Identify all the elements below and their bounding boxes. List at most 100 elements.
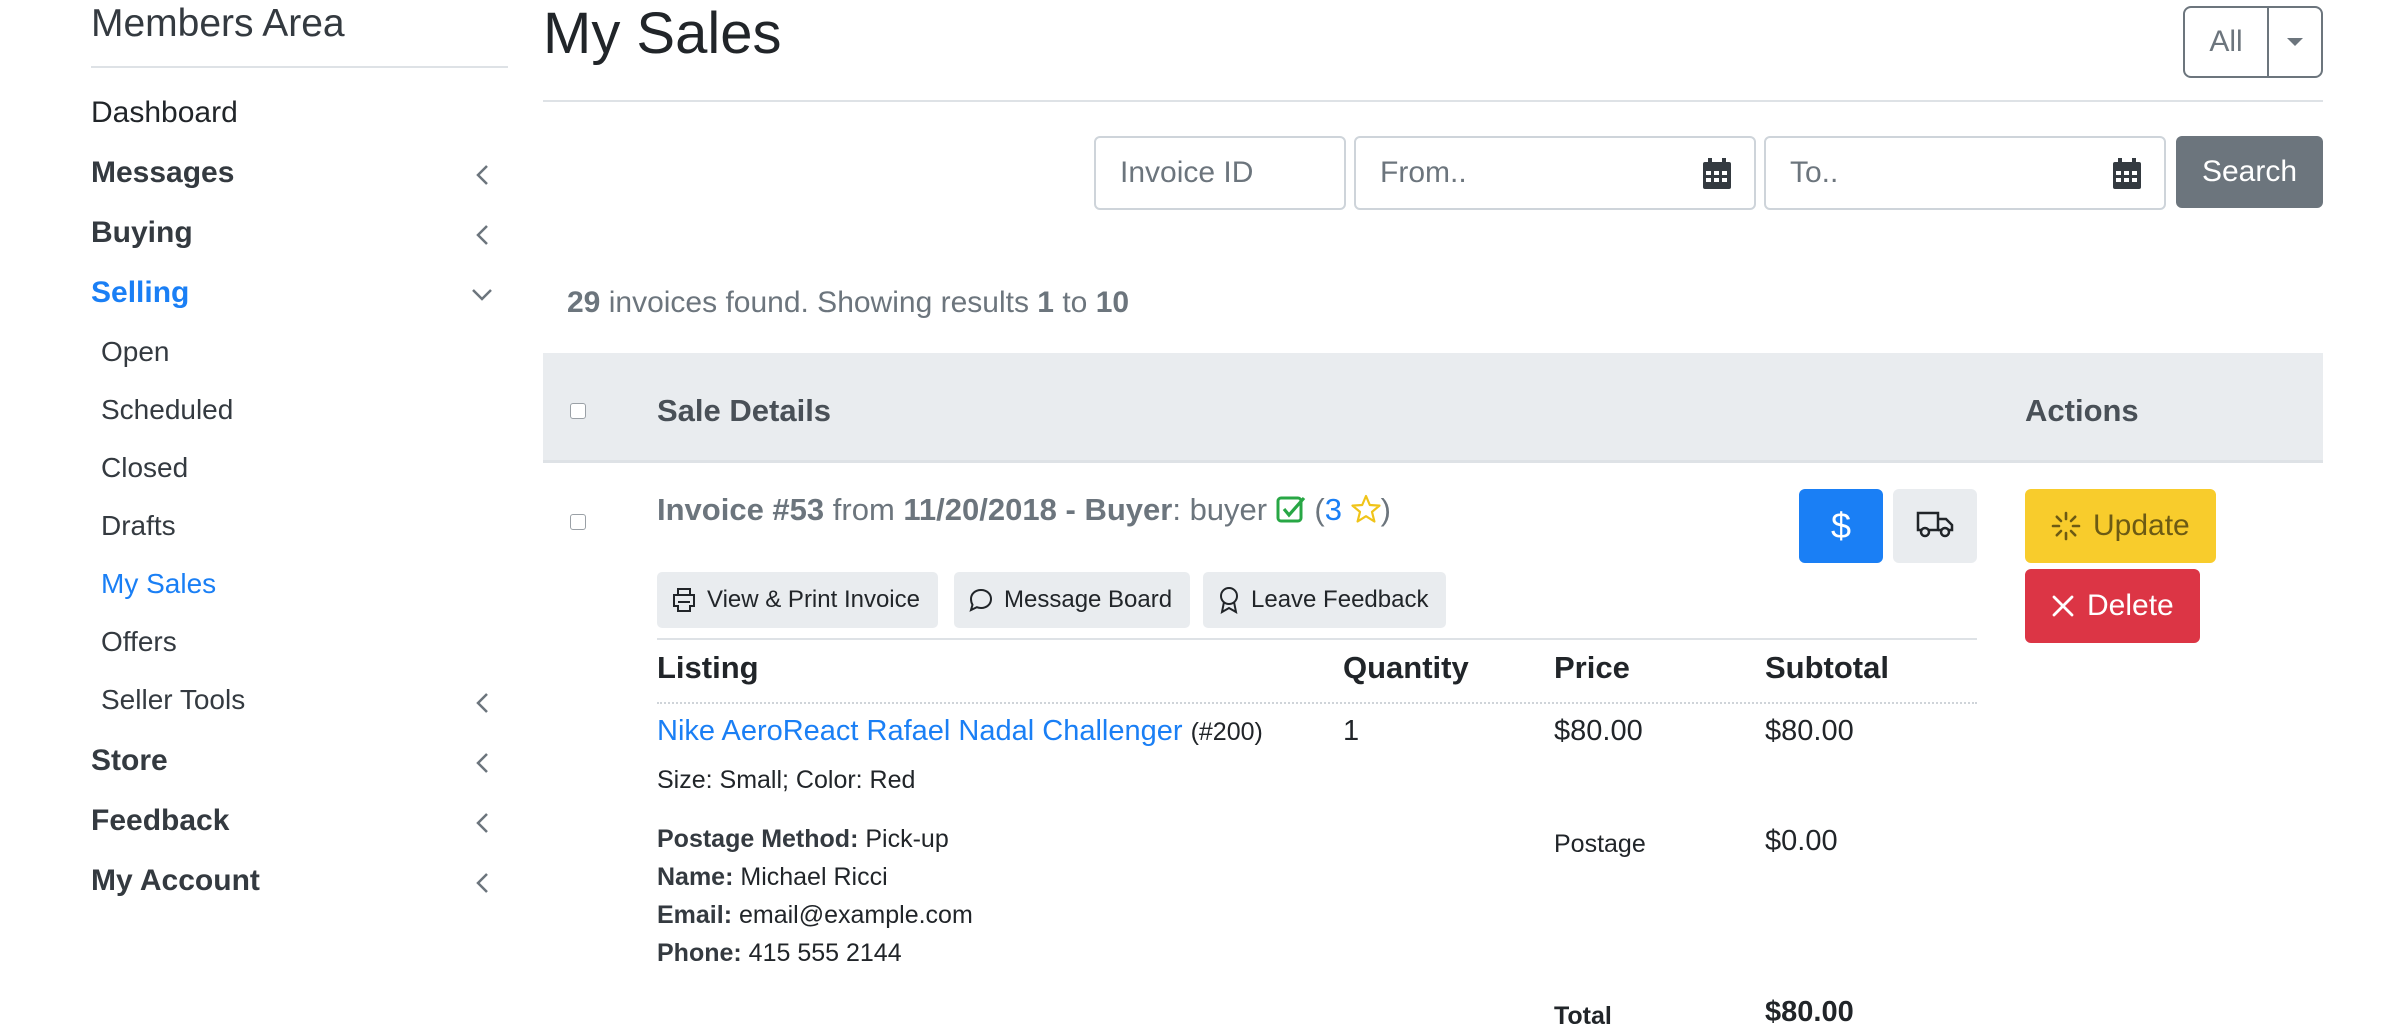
results-text: invoices found. Showing results: [608, 286, 1029, 319]
phone-value: 415 555 2144: [748, 939, 902, 967]
postage-value: $0.00: [1765, 825, 1838, 857]
chevron-left-icon[interactable]: [467, 748, 497, 778]
delete-button[interactable]: Delete: [2025, 569, 2200, 643]
printer-icon: [673, 588, 695, 612]
payment-status-button[interactable]: $: [1799, 489, 1883, 563]
results-summary: 29 invoices found. Showing results 1 to …: [567, 286, 1129, 320]
sidebar-subitem-open[interactable]: Open: [101, 336, 170, 368]
listing-options: Size: Small; Color: Red: [657, 766, 916, 794]
sidebar-subitem-scheduled[interactable]: Scheduled: [101, 394, 233, 426]
postage-label: Postage: [1554, 830, 1646, 858]
calendar-icon[interactable]: [2112, 158, 2142, 198]
listing-table-header-rule: [657, 702, 1977, 704]
listing-quantity: 1: [1343, 715, 1360, 747]
message-board-label: Message Board: [1004, 586, 1173, 613]
buyer-rating[interactable]: 3: [1325, 492, 1342, 527]
sidebar-title: Members Area: [91, 2, 345, 45]
sidebar-item-messages[interactable]: Messages: [91, 156, 234, 190]
message-board-button[interactable]: Message Board: [954, 572, 1191, 628]
shipping-status-button[interactable]: [1893, 489, 1977, 563]
to-date-placeholder: To..: [1790, 156, 1839, 189]
column-quantity: Quantity: [1343, 650, 1469, 685]
email-label: Email:: [657, 901, 733, 929]
view-print-invoice-button[interactable]: View & Print Invoice: [657, 572, 938, 628]
chat-icon: [969, 588, 993, 612]
rating-open: (: [1314, 492, 1325, 527]
search-button[interactable]: Search: [2176, 136, 2323, 208]
chevron-left-icon[interactable]: [467, 160, 497, 190]
page-title: My Sales: [543, 1, 782, 66]
from-date-input[interactable]: From..: [1354, 136, 1756, 210]
view-print-label: View & Print Invoice: [707, 586, 920, 613]
sidebar-item-dashboard[interactable]: Dashboard: [91, 96, 238, 130]
buyer-phone-row: Phone: 415 555 2144: [657, 939, 902, 968]
column-listing: Listing: [657, 650, 759, 685]
column-sale-details: Sale Details: [657, 393, 832, 428]
sidebar-item-selling[interactable]: Selling: [91, 276, 189, 310]
sidebar-subitem-seller-tools[interactable]: Seller Tools: [101, 684, 245, 716]
sidebar-subitem-offers[interactable]: Offers: [101, 626, 177, 658]
sidebar-item-feedback[interactable]: Feedback: [91, 804, 229, 838]
invoice-id-placeholder: Invoice ID: [1120, 156, 1254, 189]
sidebar-subitem-drafts[interactable]: Drafts: [101, 510, 176, 542]
buyer-name[interactable]: buyer: [1190, 492, 1268, 527]
header-divider: [543, 100, 2323, 102]
to-date-input[interactable]: To..: [1764, 136, 2166, 210]
buyer-name-row: Name: Michael Ricci: [657, 863, 888, 892]
listing-id: (#200): [1190, 718, 1263, 746]
sidebar-item-my-account[interactable]: My Account: [91, 864, 260, 898]
caret-down-icon[interactable]: [2269, 8, 2321, 76]
email-value: email@example.com: [738, 901, 973, 929]
sidebar-item-buying[interactable]: Buying: [91, 216, 193, 250]
column-subtotal: Subtotal: [1765, 650, 1889, 685]
column-price: Price: [1554, 650, 1630, 685]
name-label: Name:: [657, 863, 734, 891]
dollar-icon: $: [1830, 505, 1852, 546]
verified-check-icon: [1276, 494, 1306, 532]
update-label: Update: [2093, 509, 2190, 542]
invoice-from: from: [832, 492, 895, 527]
total-value: $80.00: [1765, 996, 1854, 1028]
sidebar-subitem-closed[interactable]: Closed: [101, 452, 188, 484]
results-to: to: [1062, 286, 1088, 319]
row-checkbox[interactable]: [570, 514, 586, 530]
leave-feedback-button[interactable]: Leave Feedback: [1203, 572, 1447, 628]
invoice-date: 11/20/2018: [903, 492, 1057, 527]
select-all-checkbox[interactable]: [570, 403, 586, 419]
listing-table-top-rule: [657, 638, 1977, 640]
from-date-placeholder: From..: [1380, 156, 1467, 189]
listing-subtotal: $80.00: [1765, 715, 1854, 747]
invoice-id-input[interactable]: Invoice ID: [1094, 136, 1346, 210]
invoice-dash: -: [1065, 492, 1076, 527]
star-icon: [1350, 494, 1381, 532]
filter-dropdown[interactable]: All: [2183, 6, 2323, 78]
total-label: Total: [1554, 1002, 1612, 1030]
buyer-email-row: Email: email@example.com: [657, 901, 973, 930]
listing-row: Nike AeroReact Rafael Nadal Challenger (…: [657, 715, 1263, 748]
buyer-colon: :: [1172, 492, 1181, 527]
spinner-icon: [2051, 511, 2093, 541]
sidebar-divider: [91, 66, 508, 68]
results-end: 10: [1095, 286, 1130, 319]
chevron-left-icon[interactable]: [467, 220, 497, 250]
column-actions: Actions: [2025, 393, 2139, 428]
sidebar-subitem-my-sales[interactable]: My Sales: [101, 568, 216, 600]
update-button[interactable]: Update: [2025, 489, 2216, 563]
invoice-number[interactable]: Invoice #53: [657, 492, 824, 527]
calendar-icon[interactable]: [1702, 158, 1732, 198]
chevron-left-icon[interactable]: [467, 688, 497, 718]
close-icon: [2051, 594, 2087, 618]
listing-price: $80.00: [1554, 715, 1643, 747]
sidebar-item-store[interactable]: Store: [91, 744, 168, 778]
buyer-label: Buyer: [1084, 492, 1173, 527]
truck-icon: [1916, 510, 1954, 543]
postage-method-row: Postage Method: Pick-up: [657, 825, 949, 854]
chevron-left-icon[interactable]: [467, 808, 497, 838]
chevron-left-icon[interactable]: [467, 868, 497, 898]
results-count: 29: [567, 286, 601, 319]
chevron-down-icon[interactable]: [467, 280, 497, 310]
listing-title-link[interactable]: Nike AeroReact Rafael Nadal Challenger: [657, 715, 1183, 747]
filter-label[interactable]: All: [2185, 8, 2269, 76]
invoice-summary: Invoice #53 from 11/20/2018 - Buyer: buy…: [657, 492, 1391, 532]
phone-label: Phone:: [657, 939, 742, 967]
